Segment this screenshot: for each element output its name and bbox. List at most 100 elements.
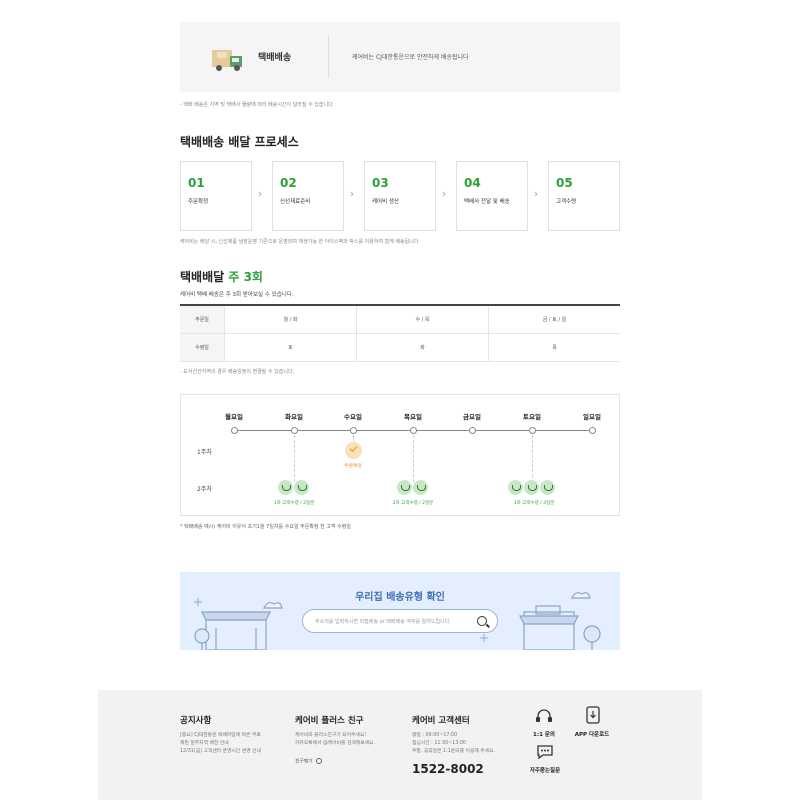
notice-item[interactable]: 제된 일부지역 배한 안내: [180, 740, 261, 748]
chevron-right-icon: ›: [442, 189, 446, 200]
notice-item[interactable]: [중요] CJ대한통운 택배파업에 따른 무료: [180, 732, 261, 740]
timeline-day: 토요일: [523, 413, 541, 421]
meal-bowl-icon: [396, 479, 413, 496]
schedule-subtitle: 케어비 택배 배송은 주 3회 받아보실 수 있습니다.: [180, 292, 294, 298]
process-step-2: 02 신선재료준비: [272, 161, 344, 231]
customer-center-title: 케어비 고객센터: [412, 716, 470, 726]
timeline-dot: [410, 427, 417, 434]
table-cell: 금 / 토 / 일: [488, 306, 620, 333]
hero-title: 택배배송: [258, 53, 292, 63]
timeline-guide: [413, 435, 414, 487]
step-number: 01: [188, 176, 205, 190]
timeline-dot: [350, 427, 357, 434]
schedule-title-prefix: 택배배달: [180, 270, 225, 284]
week-label: 2주차: [197, 486, 212, 493]
hours-line: 점심시간 : 11:30~13:00: [412, 741, 466, 746]
meal-bowl-icon: [539, 479, 556, 496]
order-confirmed-check-icon: [345, 442, 362, 459]
headset-icon[interactable]: [534, 708, 554, 724]
delivery-hero-card: 택배배송 케어비는 CJ대한통운으로 안전하게 배송됩니다: [180, 22, 620, 92]
divider: [328, 36, 329, 78]
table-cell: 화: [356, 334, 488, 361]
app-download-link[interactable]: APP 다운로드: [562, 730, 622, 738]
table-header: 수령일: [180, 334, 224, 361]
add-friend-link[interactable]: 친구맺기: [295, 758, 323, 767]
schedule-title: 택배배달 주 3회: [180, 268, 263, 285]
timeline-dot: [291, 427, 298, 434]
delivery-type-banner: 우리집 배송유형 확인 주소지를 입력하시면 직접배송 or 택배배송 여부를 …: [180, 572, 620, 650]
week-label: 1주차: [197, 449, 212, 456]
table-row: 수령일 토 화 목: [180, 334, 620, 362]
plus-friend-title: 케어비 플러스 친구: [295, 716, 364, 726]
process-title: 택배배송 배달 프로세스: [180, 135, 299, 149]
meal-bowl-icon: [277, 479, 294, 496]
table-cell: 토: [224, 334, 356, 361]
schedule-title-accent: 주 3회: [228, 270, 263, 284]
plus-friend-desc: 케어비와 플러스친구가 되어주세요! 카카오톡에서 @케어비를 검색해보세요.: [295, 732, 375, 748]
meal-bowl-icon: [293, 479, 310, 496]
hero-description: 케어비는 CJ대한통운으로 안전하게 배송됩니다: [352, 54, 469, 61]
phone-number[interactable]: 1522-8002: [412, 762, 484, 776]
timeline-day: 수요일: [344, 413, 362, 421]
timeline-day: 화요일: [285, 413, 303, 421]
step-number: 04: [464, 176, 481, 190]
table-row: 주문일 월 / 화 수 / 목 금 / 토 / 일: [180, 306, 620, 334]
delivery-truck-icon: [212, 50, 242, 71]
search-placeholder: 주소지를 입력하시면 직접배송 or 택배배송 여부를 알려드립니다.: [315, 619, 451, 625]
chevron-right-icon: ›: [258, 189, 262, 200]
hours-line: 평일 : 09:00~17:00: [412, 733, 458, 738]
step-label: 신선재료준비: [280, 199, 311, 205]
step-label: 고객수령: [556, 199, 577, 205]
chevron-right-icon: ›: [534, 189, 538, 200]
mobile-download-icon[interactable]: [586, 706, 600, 724]
timeline-dot: [469, 427, 476, 434]
process-step-3: 03 케어비 생산: [364, 161, 436, 231]
address-search-input[interactable]: 주소지를 입력하시면 직접배송 or 택배배송 여부를 알려드립니다.: [302, 609, 498, 633]
notice-title[interactable]: 공지사항: [180, 714, 211, 726]
step-number: 02: [280, 176, 297, 190]
chat-bubble-icon[interactable]: [536, 744, 554, 760]
table-header: 주문일: [180, 306, 224, 333]
table-cell: 월 / 화: [224, 306, 356, 333]
chevron-right-icon: ›: [350, 189, 354, 200]
meal-bowl-icon: [507, 479, 524, 496]
process-note: 케어비는 배달 시, 신선제품 냉장운영 기준으로 운영되며 재생가능 한 아이…: [180, 239, 419, 245]
step-label: 택배사 전달 및 배송: [464, 199, 510, 205]
timeline-day: 금요일: [463, 413, 481, 421]
step-label: 주문확정: [188, 199, 209, 205]
hero-note: - 택배 배송은 지역 및 택배사 물량에 따라 배송시간이 달라질 수 있습니…: [180, 102, 333, 108]
meal-bowl-icon: [523, 479, 540, 496]
timeline-day: 월요일: [225, 413, 243, 421]
notice-item[interactable]: 12/31(금) 고객센터 운영시간 변경 안내: [180, 748, 261, 756]
process-step-1: 01 주문확정: [180, 161, 252, 231]
delivery-timeline: 월요일 화요일 수요일 목요일 금요일 토요일 일요일 1주차 2주차 주문확정…: [180, 394, 620, 516]
table-cell: 수 / 목: [356, 306, 488, 333]
timeline-dot: [231, 427, 238, 434]
banner-title: 우리집 배송유형 확인: [355, 592, 445, 603]
schedule-table: 주문일 월 / 화 수 / 목 금 / 토 / 일 수령일 토 화 목: [180, 304, 620, 362]
search-icon[interactable]: [477, 616, 487, 626]
timeline-guide: [294, 435, 295, 487]
timeline-note: * 택배배송 예시) 케어비 이유식 초기1을 7일치를 수요일 주문확정 한 …: [180, 524, 351, 530]
delivery-label: 2차 고객수령 / 2일분: [392, 501, 434, 506]
delivery-label: 1차 고객수령 / 2일분: [273, 501, 315, 506]
add-friend-label: 친구맺기: [295, 759, 313, 765]
timeline-dot: [529, 427, 536, 434]
timeline-day: 일요일: [583, 413, 601, 421]
schedule-note: - 도서산간지역의 경우 배송일정이 변경될 수 있습니다.: [180, 369, 295, 375]
process-step-4: 04 택배사 전달 및 배송: [456, 161, 528, 231]
meal-bowl-icon: [412, 479, 429, 496]
delivery-label: 3차 고객수령 / 3일분: [513, 501, 555, 506]
hours-line: 주말, 공휴일은 1:1문의를 이용해 주세요.: [412, 749, 496, 754]
timeline-dot: [589, 427, 596, 434]
notice-list: [중요] CJ대한통운 택배파업에 따른 무료 제된 일부지역 배한 안내 12…: [180, 732, 261, 756]
customer-center-hours: 평일 : 09:00~17:00 점심시간 : 11:30~13:00 주말, …: [412, 732, 495, 756]
faq-link[interactable]: 자주묻는질문: [515, 766, 575, 774]
step-number: 05: [556, 176, 573, 190]
step-number: 03: [372, 176, 389, 190]
process-step-5: 05 고객수령: [548, 161, 620, 231]
order-confirmed-label: 주문확정: [344, 464, 362, 469]
step-label: 케어비 생산: [372, 199, 400, 205]
timeline-day: 목요일: [404, 413, 422, 421]
table-cell: 목: [488, 334, 620, 361]
